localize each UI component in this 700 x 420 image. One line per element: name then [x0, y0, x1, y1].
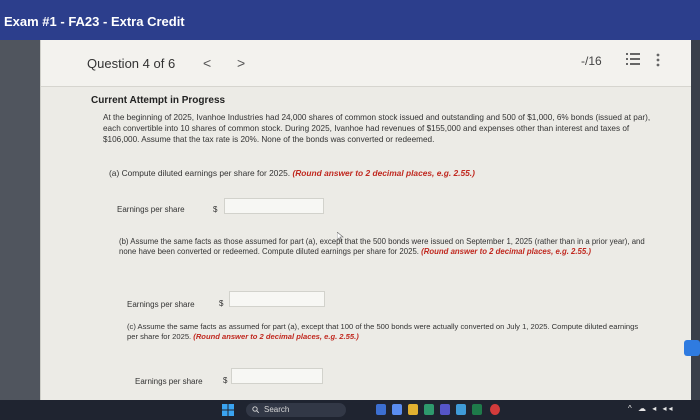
attempt-status: Current Attempt in Progress [91, 95, 226, 106]
part-a-text: (a) Compute diluted earnings per share f… [109, 168, 291, 178]
taskbar-app-icon-6[interactable] [456, 404, 466, 415]
window-titlebar: Exam #1 - FA23 - Extra Credit [0, 0, 700, 40]
question-label: Question 4 of 6 [87, 56, 176, 71]
left-background-strip [0, 40, 40, 408]
part-c-answer-label: Earnings per share [135, 377, 203, 386]
question-header: Question 4 of 6 < > -/16 [41, 40, 691, 87]
part-a-rounding-note: (Round answer to 2 decimal places, e.g. … [292, 168, 475, 178]
taskbar-edge-icon[interactable] [424, 404, 434, 415]
part-c-prompt: (c) Assume the same facts as assumed for… [127, 322, 647, 342]
taskbar-app-icon-5[interactable] [440, 404, 450, 415]
question-page: Question 4 of 6 < > -/16 Current Attempt… [40, 40, 691, 408]
question-list-icon[interactable] [626, 52, 640, 66]
search-icon [252, 406, 259, 413]
taskbar-app-icon-7[interactable] [472, 404, 482, 415]
part-c-rounding-note: (Round answer to 2 decimal places, e.g. … [193, 332, 359, 341]
part-a-currency: $ [213, 205, 218, 214]
part-b-rounding-note: (Round answer to 2 decimal places, e.g. … [421, 247, 591, 256]
part-c-answer-input[interactable] [231, 368, 323, 384]
part-a-answer-label: Earnings per share [117, 205, 185, 214]
system-tray[interactable]: ^ ☁ ◂ ◂◂ [628, 404, 674, 413]
part-a-answer-input[interactable] [224, 198, 324, 214]
part-c-currency: $ [223, 376, 228, 385]
part-b-currency: $ [219, 299, 224, 308]
part-b-answer-input[interactable] [229, 291, 325, 307]
side-app-icon[interactable] [684, 340, 700, 356]
window-title: Exam #1 - FA23 - Extra Credit [4, 14, 185, 29]
windows-start-icon[interactable] [222, 404, 234, 416]
next-question-button[interactable]: > [237, 55, 245, 71]
problem-text: At the beginning of 2025, Ivanhoe Indust… [103, 113, 651, 144]
more-options-icon[interactable] [655, 52, 661, 68]
taskbar-search-box[interactable]: Search [246, 403, 346, 417]
part-b-answer-label: Earnings per share [127, 300, 195, 309]
taskbar-app-icon-2[interactable] [392, 404, 402, 415]
taskbar-app-icon-8[interactable] [490, 404, 500, 415]
taskbar-file-explorer-icon[interactable] [408, 404, 418, 415]
taskbar-app-icon-1[interactable] [376, 404, 386, 415]
search-label: Search [264, 405, 290, 414]
part-b-prompt: (b) Assume the same facts as those assum… [119, 237, 659, 257]
previous-question-button[interactable]: < [203, 55, 211, 71]
score-display: -/16 [581, 54, 602, 68]
part-a-prompt: (a) Compute diluted earnings per share f… [109, 168, 629, 178]
taskbar [0, 400, 700, 420]
